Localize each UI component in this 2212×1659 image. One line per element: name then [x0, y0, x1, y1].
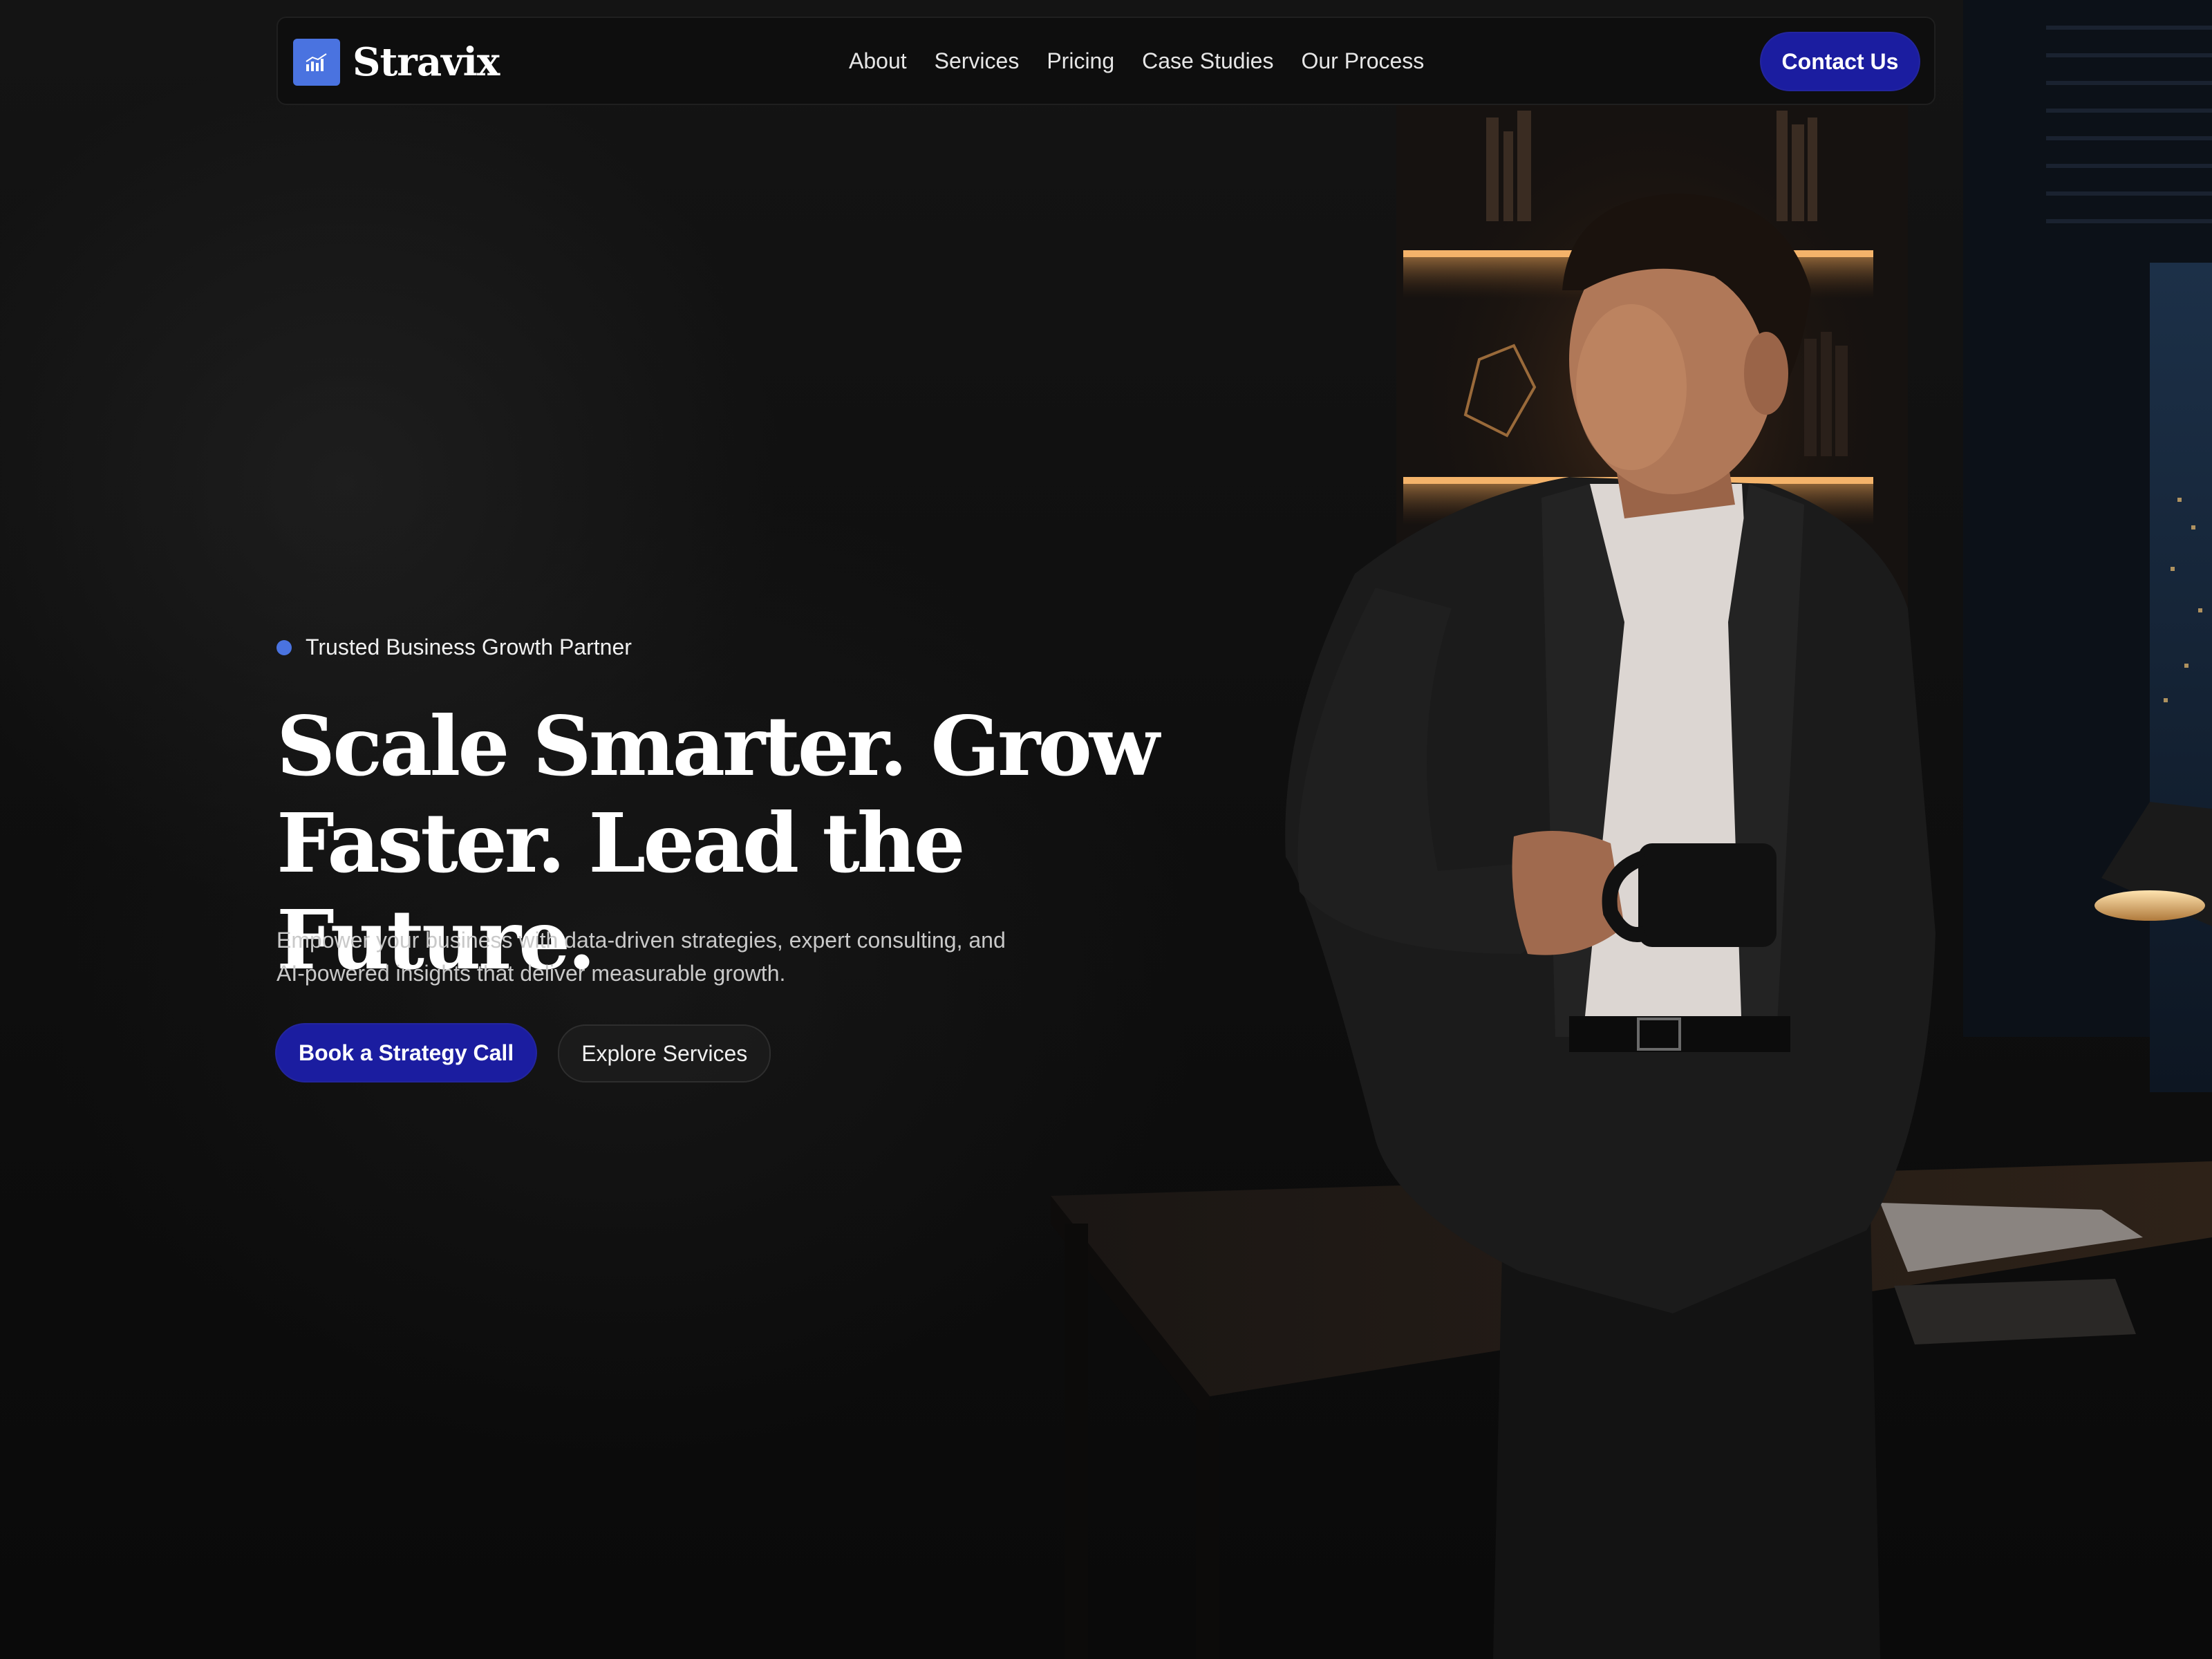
brand-logo[interactable]: Stravix	[293, 39, 500, 86]
contact-us-button[interactable]: Contact Us	[1761, 33, 1919, 90]
headline-line-1: Scale Smarter. Grow	[276, 698, 1160, 794]
landing-page: Stravix About Services Pricing Case Stud…	[0, 0, 2212, 1659]
hero-cta-row: Book a Strategy Call Explore Services	[276, 1024, 771, 1082]
bar-chart-icon	[293, 39, 340, 86]
badge-label: Trusted Business Growth Partner	[306, 635, 632, 659]
book-strategy-call-button[interactable]: Book a Strategy Call	[276, 1024, 536, 1081]
nav-link-services[interactable]: Services	[935, 48, 1020, 74]
top-navbar: Stravix About Services Pricing Case Stud…	[276, 17, 1936, 105]
trust-badge: Trusted Business Growth Partner	[276, 635, 632, 660]
nav-links: About Services Pricing Case Studies Our …	[849, 18, 1424, 104]
hero-subheading: Empower your business with data-driven s…	[276, 928, 1006, 986]
explore-services-button[interactable]: Explore Services	[558, 1024, 771, 1082]
brand-name: Stravix	[353, 39, 500, 85]
nav-link-about[interactable]: About	[849, 48, 907, 74]
nav-link-our-process[interactable]: Our Process	[1301, 48, 1424, 74]
badge-dot-icon	[276, 639, 292, 655]
nav-link-pricing[interactable]: Pricing	[1047, 48, 1114, 74]
nav-link-case-studies[interactable]: Case Studies	[1142, 48, 1273, 74]
